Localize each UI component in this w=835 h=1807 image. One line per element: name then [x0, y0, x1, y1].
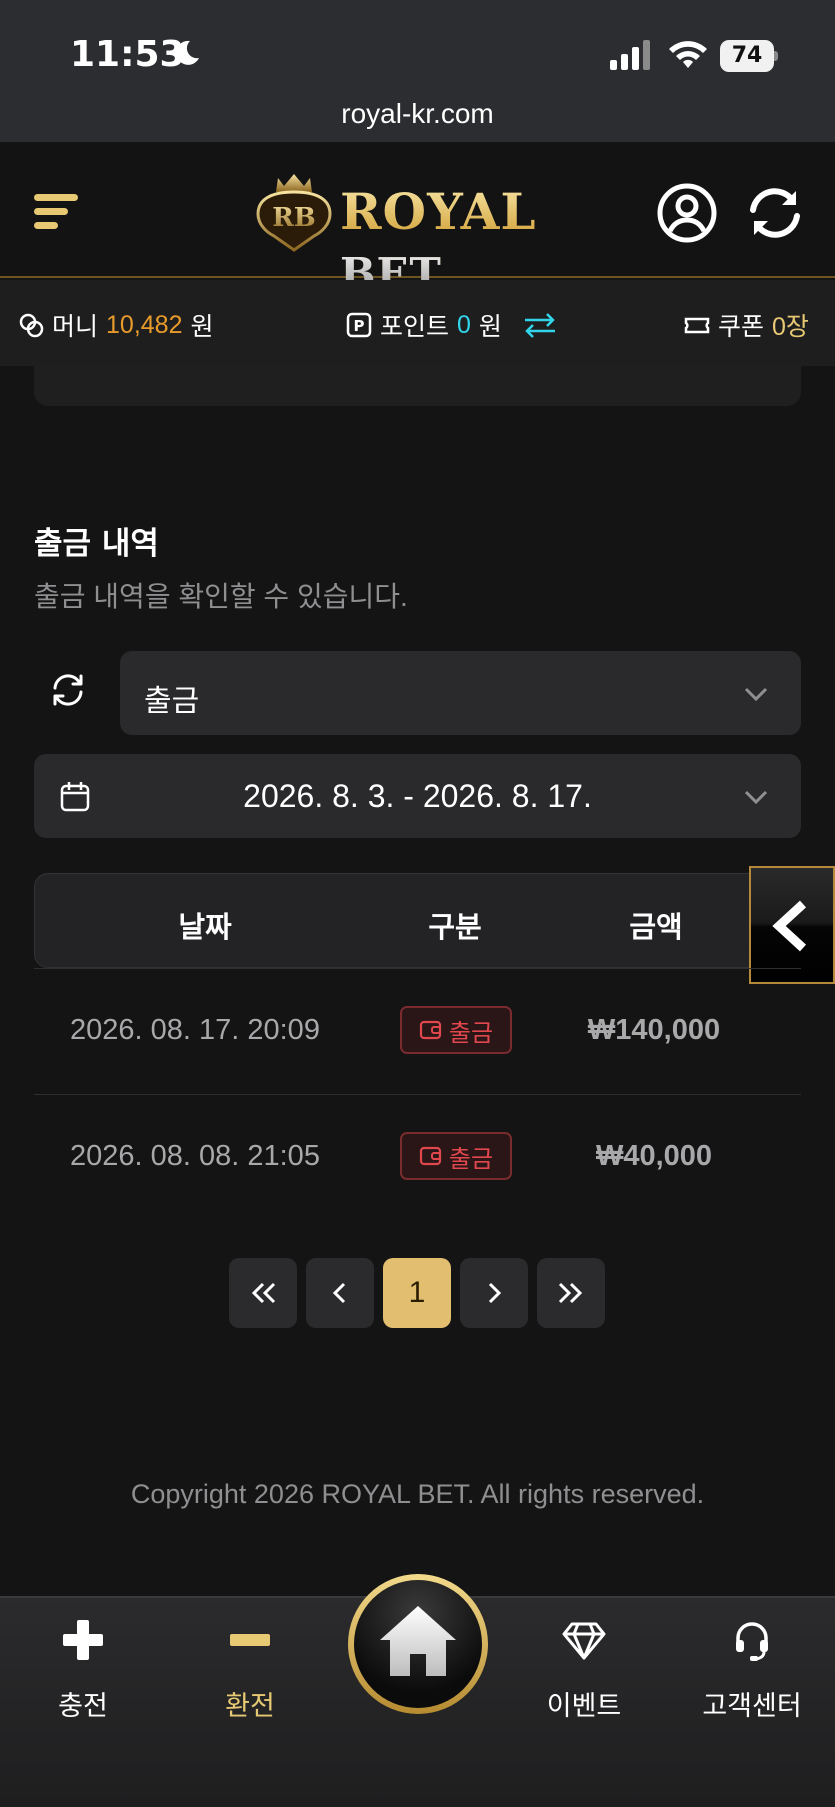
row-amount: ₩40,000: [595, 1140, 713, 1172]
coupon-balance[interactable]: 쿠폰 0장: [684, 307, 809, 343]
crest-icon: RB: [256, 174, 332, 252]
home-icon: [380, 1606, 456, 1676]
money-value: 10,482: [106, 310, 183, 339]
minus-icon: [230, 1634, 270, 1646]
coupon-label: 쿠폰: [718, 313, 765, 341]
sync-icon[interactable]: [744, 182, 806, 244]
site-logo[interactable]: RB ROYAL BET: [248, 164, 593, 298]
battery-icon: 74: [720, 40, 778, 72]
row-date: 2026. 08. 17. 20:09: [70, 1014, 320, 1046]
column-date: 날짜: [178, 910, 232, 944]
date-range-picker[interactable]: 2026. 8. 3. - 2026. 8. 17.: [34, 754, 801, 838]
ticket-icon: [684, 317, 710, 334]
row-amount: ₩140,000: [587, 1014, 721, 1046]
wallet-icon: [419, 1020, 442, 1040]
point-icon: P: [346, 312, 372, 338]
convert-arrows-icon[interactable]: [522, 312, 558, 338]
money-balance[interactable]: 머니 10,482 원: [18, 307, 214, 343]
section-title: 출금 내역: [34, 526, 159, 562]
point-label: 포인트: [380, 313, 450, 341]
previous-card: [34, 366, 801, 406]
section-description: 출금 내역을 확인할 수 있습니다.: [34, 581, 408, 612]
point-unit: 원: [478, 313, 502, 341]
point-balance[interactable]: P 포인트 0 원: [346, 307, 558, 343]
type-select[interactable]: 출금: [120, 651, 801, 735]
chevron-down-icon: [744, 687, 768, 702]
last-page-button[interactable]: [537, 1258, 605, 1328]
row-date: 2026. 08. 08. 21:05: [70, 1140, 320, 1172]
site-header: RB ROYAL BET: [0, 142, 835, 298]
user-icon[interactable]: [656, 182, 718, 244]
table-row[interactable]: 2026. 08. 08. 21:05 출금 ₩40,000: [34, 1094, 801, 1220]
nav-exchange[interactable]: 환전: [175, 1618, 325, 1723]
chevron-down-icon: [744, 790, 768, 805]
type-select-value: 출금: [144, 684, 200, 719]
wallet-icon: [419, 1146, 442, 1166]
battery-level: 74: [720, 40, 774, 72]
side-panel-toggle[interactable]: [749, 866, 835, 984]
moon-icon: [176, 40, 199, 65]
menu-icon[interactable]: [34, 192, 80, 232]
date-range-value: 2026. 8. 3. - 2026. 8. 17.: [243, 778, 592, 814]
chevron-left-icon: [332, 1282, 346, 1304]
column-type: 구분: [428, 910, 482, 944]
next-page-button[interactable]: [460, 1258, 528, 1328]
home-button[interactable]: [348, 1574, 488, 1714]
nav-charge-label: 충전: [58, 1691, 108, 1722]
point-value: 0: [457, 310, 471, 339]
double-chevron-right-icon: [558, 1282, 583, 1304]
nav-support[interactable]: 고객센터: [677, 1618, 827, 1723]
refresh-icon[interactable]: [50, 672, 86, 708]
signal-icon: [610, 40, 650, 70]
coin-icon: [19, 313, 44, 338]
nav-charge[interactable]: 충전: [8, 1618, 158, 1723]
nav-support-label: 고객센터: [702, 1691, 802, 1722]
table-header: 날짜 구분 금액: [34, 873, 801, 968]
status-bar: 11:53 74 royal-kr.com: [0, 0, 835, 142]
copyright: Copyright 2026 ROYAL BET. All rights res…: [130, 1479, 705, 1509]
clock: 11:53: [70, 34, 185, 75]
wifi-icon: [669, 41, 707, 68]
status-badge: 출금: [400, 1006, 512, 1054]
url-bar[interactable]: royal-kr.com: [0, 98, 835, 130]
money-label: 머니: [52, 313, 99, 341]
chevron-left-icon: [772, 900, 807, 952]
status-badge: 출금: [400, 1132, 512, 1180]
prev-page-button[interactable]: [306, 1258, 374, 1328]
page-1-button[interactable]: 1: [383, 1258, 451, 1328]
nav-exchange-label: 환전: [225, 1691, 275, 1722]
first-page-button[interactable]: [229, 1258, 297, 1328]
logo-monogram: RB: [272, 203, 316, 233]
headset-icon: [736, 1622, 768, 1661]
nav-event[interactable]: 이벤트: [509, 1618, 659, 1723]
plus-icon: [63, 1620, 103, 1660]
balance-bar: 머니 10,482 원 P 포인트 0 원 쿠폰 0장: [0, 280, 835, 366]
money-unit: 원: [190, 313, 214, 341]
svg-text:P: P: [354, 317, 365, 335]
double-chevron-left-icon: [251, 1282, 276, 1304]
diamond-icon: [562, 1622, 606, 1660]
column-amount: 금액: [629, 910, 683, 944]
table-row[interactable]: 2026. 08. 17. 20:09 출금 ₩140,000: [34, 968, 801, 1094]
chevron-right-icon: [488, 1282, 502, 1304]
nav-event-label: 이벤트: [546, 1691, 622, 1722]
coupon-value: 0장: [772, 313, 809, 341]
